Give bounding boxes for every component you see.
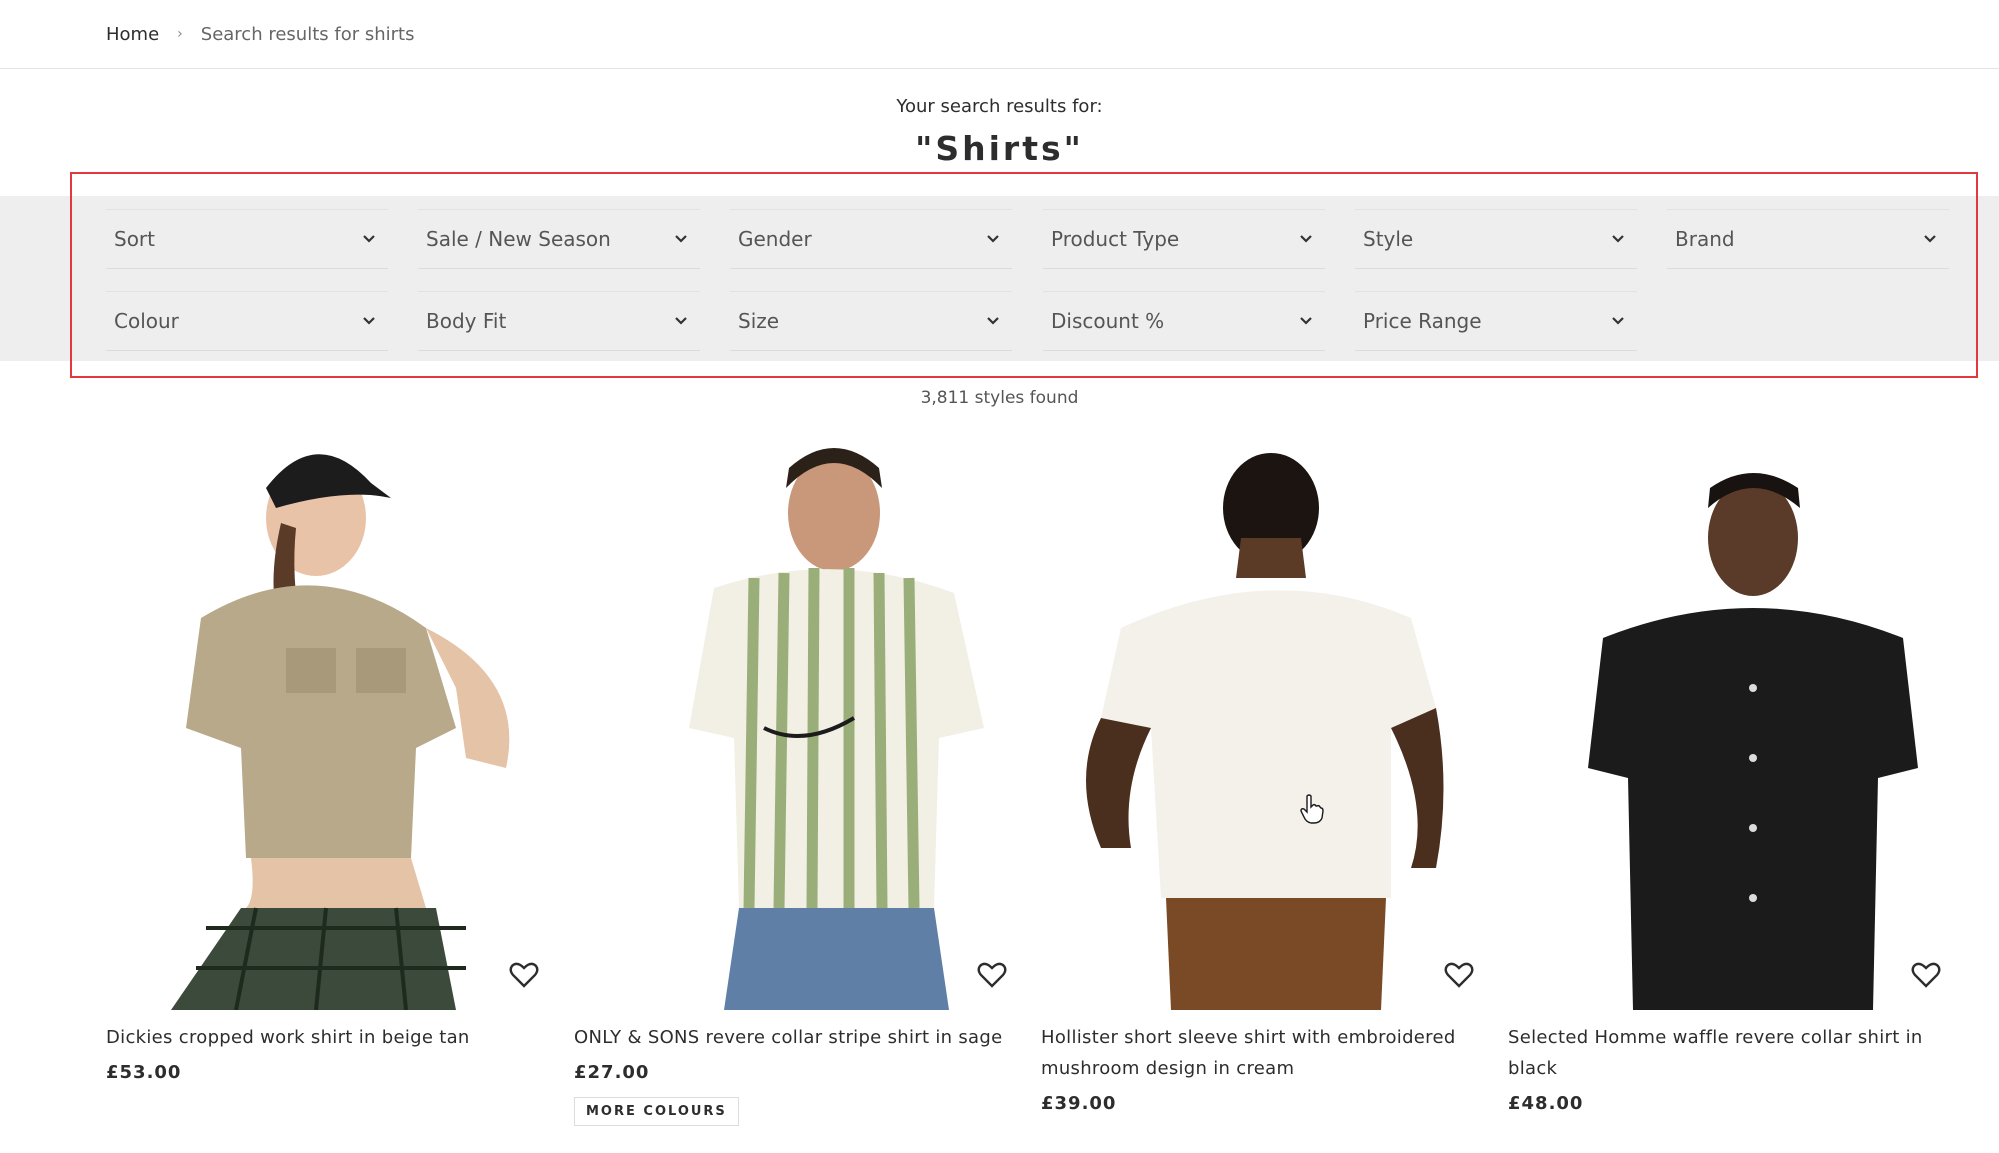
product-title[interactable]: ONLY & SONS revere collar stripe shirt i…: [574, 1022, 1029, 1053]
chevron-down-icon: [675, 235, 687, 243]
product-card[interactable]: Selected Homme waffle revere collar shir…: [1508, 428, 1963, 1114]
product-price: £48.00: [1508, 1093, 1584, 1114]
filter-label: Discount %: [1051, 309, 1165, 333]
product-title[interactable]: Dickies cropped work shirt in beige tan: [106, 1022, 561, 1053]
filter-sort[interactable]: Sort: [106, 209, 388, 269]
filter-product-type[interactable]: Product Type: [1043, 209, 1325, 269]
filter-label: Gender: [738, 227, 812, 251]
product-card[interactable]: Dickies cropped work shirt in beige tan …: [106, 428, 561, 1083]
heart-icon: [1911, 962, 1941, 988]
model-photo: [1588, 473, 1918, 1010]
chevron-down-icon: [1612, 235, 1624, 243]
page-title: "Shirts": [915, 129, 1084, 168]
chevron-down-icon: [1612, 317, 1624, 325]
chevron-down-icon: [363, 235, 375, 243]
product-title[interactable]: Hollister short sleeve shirt with embroi…: [1041, 1022, 1496, 1084]
chevron-down-icon: [1300, 317, 1312, 325]
results-count: 3,811 styles found: [920, 388, 1079, 408]
search-intro: Your search results for:: [896, 96, 1103, 117]
chevron-down-icon: [987, 317, 999, 325]
filter-label: Size: [738, 309, 780, 333]
filter-label: Price Range: [1363, 309, 1482, 333]
breadcrumb-separator: ›: [177, 26, 183, 42]
chevron-down-icon: [363, 317, 375, 325]
filter-sale-new-season[interactable]: Sale / New Season: [418, 209, 700, 269]
filter-brand[interactable]: Brand: [1667, 209, 1949, 269]
filter-price-range[interactable]: Price Range: [1355, 291, 1637, 351]
hand-cursor-icon: [1300, 794, 1324, 824]
product-image[interactable]: [106, 428, 561, 1010]
filter-style[interactable]: Style: [1355, 209, 1637, 269]
filter-label: Style: [1363, 227, 1414, 251]
model-photo: [1086, 453, 1444, 1010]
heart-icon: [1444, 962, 1474, 988]
product-title[interactable]: Selected Homme waffle revere collar shir…: [1508, 1022, 1963, 1084]
model-photo: [689, 448, 984, 1010]
heart-icon: [509, 962, 539, 988]
filter-label: Product Type: [1051, 227, 1180, 251]
filter-label: Colour: [114, 309, 179, 333]
model-photo: [171, 454, 510, 1010]
product-image[interactable]: [1508, 428, 1963, 1010]
filter-label: Sort: [114, 227, 155, 251]
filter-label: Body Fit: [426, 309, 507, 333]
more-colours-button[interactable]: MORE COLOURS: [574, 1097, 739, 1126]
wishlist-button[interactable]: [975, 958, 1009, 992]
filter-colour[interactable]: Colour: [106, 291, 388, 351]
breadcrumb-home-link[interactable]: Home: [106, 24, 159, 45]
filter-gender[interactable]: Gender: [730, 209, 1012, 269]
search-header: Your search results for: "Shirts": [0, 96, 1999, 168]
product-card[interactable]: Hollister short sleeve shirt with embroi…: [1041, 428, 1496, 1114]
chevron-down-icon: [987, 235, 999, 243]
filter-label: Sale / New Season: [426, 227, 611, 251]
filter-body-fit[interactable]: Body Fit: [418, 291, 700, 351]
chevron-down-icon: [1300, 235, 1312, 243]
wishlist-button[interactable]: [1909, 958, 1943, 992]
heart-icon: [977, 962, 1007, 988]
product-price: £53.00: [106, 1062, 182, 1083]
product-price: £27.00: [574, 1062, 650, 1083]
wishlist-button[interactable]: [1442, 958, 1476, 992]
product-image[interactable]: [574, 428, 1029, 1010]
product-price: £39.00: [1041, 1093, 1117, 1114]
filter-size[interactable]: Size: [730, 291, 1012, 351]
wishlist-button[interactable]: [507, 958, 541, 992]
filter-discount[interactable]: Discount %: [1043, 291, 1325, 351]
breadcrumb-current: Search results for shirts: [200, 23, 415, 45]
product-card[interactable]: ONLY & SONS revere collar stripe shirt i…: [574, 428, 1029, 1126]
breadcrumb: Home › Search results for shirts: [0, 0, 1999, 69]
chevron-down-icon: [1924, 235, 1936, 243]
product-image[interactable]: [1041, 428, 1496, 1010]
filter-label: Brand: [1675, 227, 1735, 251]
chevron-down-icon: [675, 317, 687, 325]
